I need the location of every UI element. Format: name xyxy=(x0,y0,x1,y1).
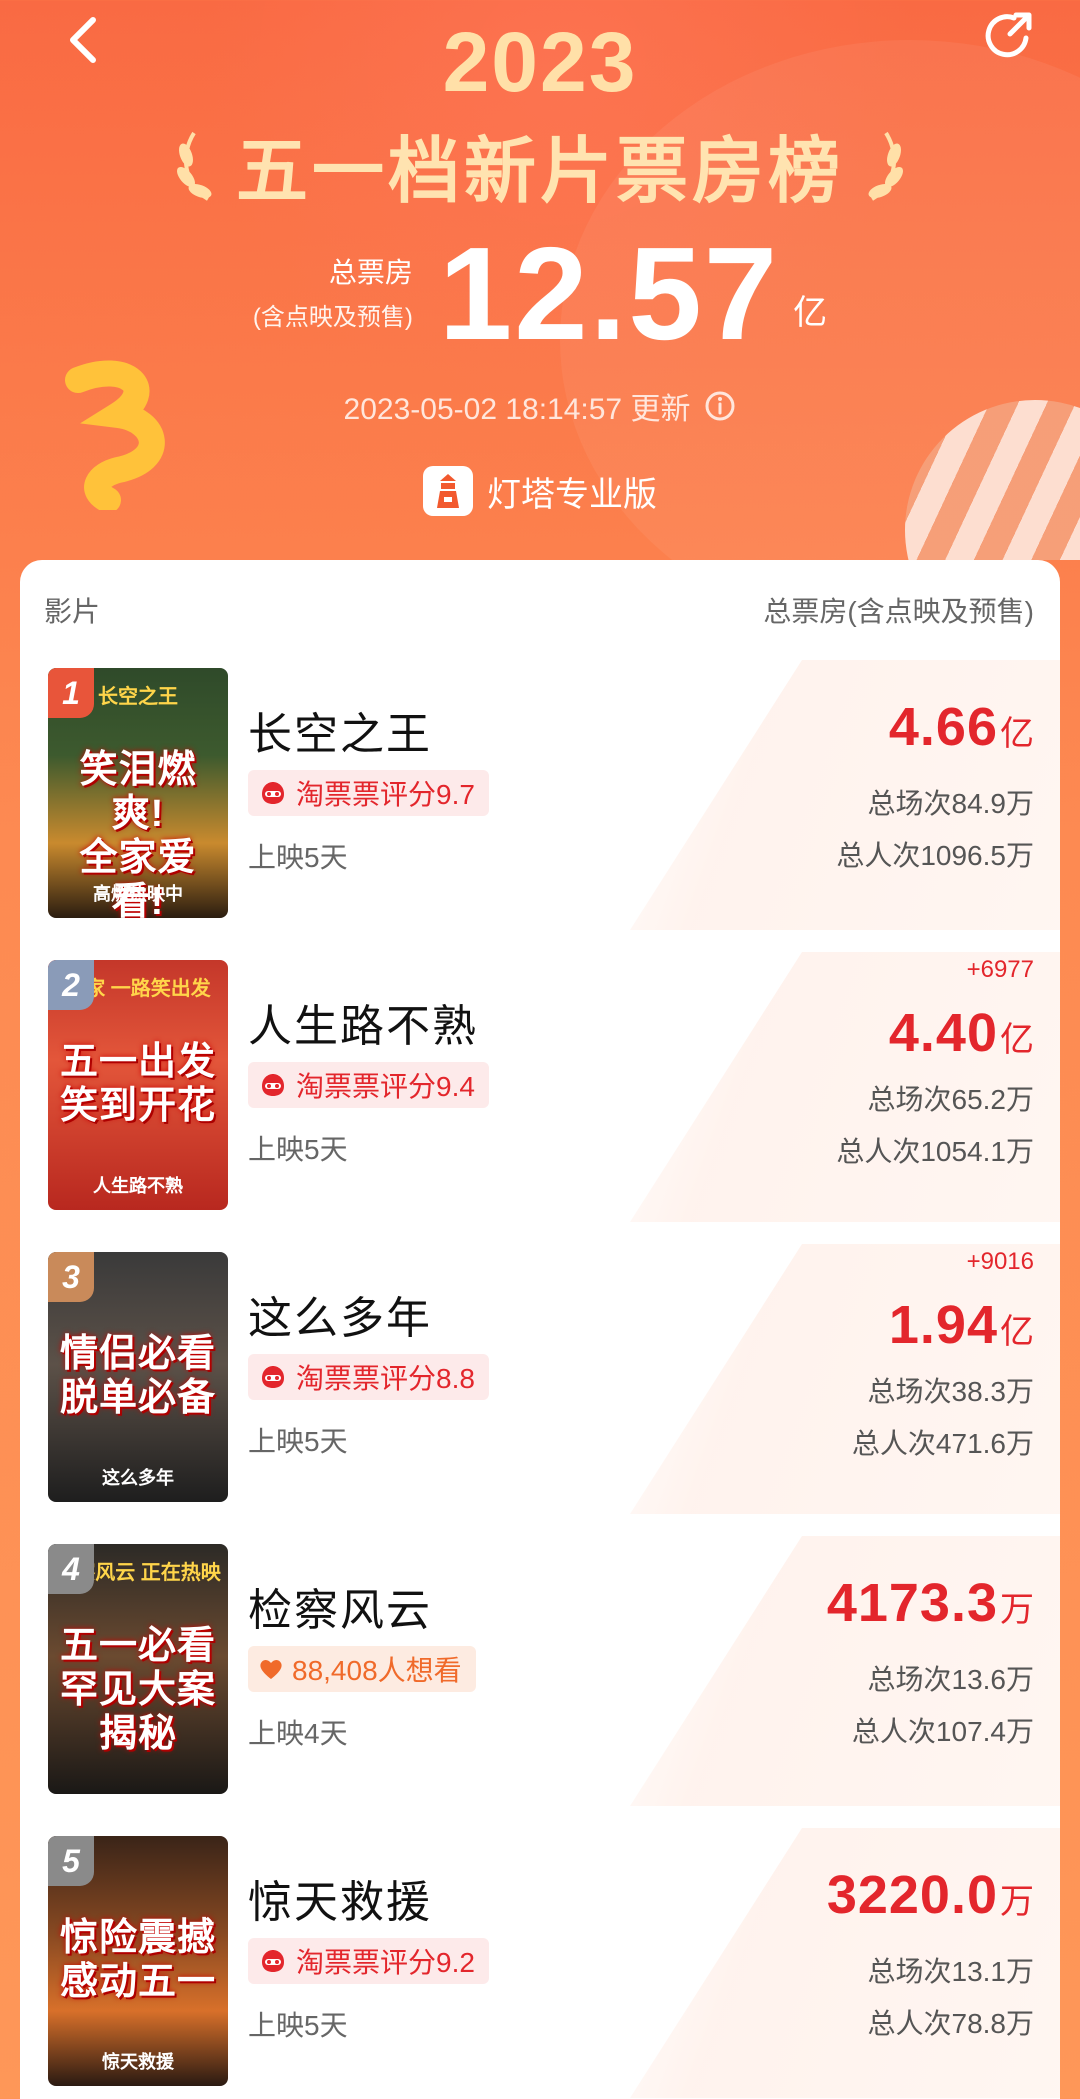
poster-caption: 高燃热映中 xyxy=(93,884,183,904)
movie-row[interactable]: 惊险震撼 感动五一 惊天救援 5 惊天救援 淘票票评分9.2 上映5天 3220… xyxy=(20,1828,1060,2099)
box-office-list: 影片 总票房(含点映及预售) 长空之王 笑泪燃爽! 全家爱看! 高燃热映中 1 … xyxy=(20,560,1060,2099)
lighthouse-logo-icon xyxy=(423,466,473,516)
total-admissions: 总人次471.6万 xyxy=(851,1428,1034,1459)
total-shows: 总场次84.9万 xyxy=(867,788,1035,819)
gross-number: 4.66 xyxy=(888,697,998,757)
rank-badge: 3 xyxy=(48,1252,94,1302)
total-shows: 总场次13.6万 xyxy=(867,1664,1035,1695)
total-admissions: 总人次1096.5万 xyxy=(836,840,1034,871)
rating-badge: 淘票票评分9.2 xyxy=(248,1938,489,1984)
realtime-delta: +6977 xyxy=(966,956,1034,983)
gross-value: 3220.0 万 xyxy=(827,1864,1034,1926)
movie-poster[interactable]: 检察风云 正在热映 五一必看 罕见大案揭秘 4 xyxy=(48,1544,228,1794)
movie-title[interactable]: 检察风云 xyxy=(248,1574,432,1638)
gross-unit: 亿 xyxy=(1000,1313,1034,1351)
column-film: 影片 xyxy=(44,596,101,627)
list-header: 影片 总票房(含点映及预售) xyxy=(20,560,1060,660)
total-value: 12.57 xyxy=(438,220,780,367)
brand-row: 灯塔专业版 xyxy=(0,466,1080,516)
total-shows: 总场次38.3万 xyxy=(867,1376,1035,1407)
movie-poster[interactable]: 长空之王 笑泪燃爽! 全家爱看! 高燃热映中 1 xyxy=(48,668,228,918)
taopiaopiao-icon xyxy=(262,782,284,804)
movie-title[interactable]: 这么多年 xyxy=(248,1282,432,1346)
taopiaopiao-icon xyxy=(262,1366,284,1388)
laurel-right-icon xyxy=(868,131,903,201)
days-in-release: 上映5天 xyxy=(248,2010,348,2041)
movie-poster[interactable]: 一家 一路笑出发 五一出发 笑到开花 人生路不熟 2 xyxy=(48,960,228,1210)
gross-unit: 万 xyxy=(1000,1883,1034,1921)
info-icon[interactable] xyxy=(704,390,736,422)
gross-unit: 亿 xyxy=(1000,1021,1034,1059)
gross-unit: 亿 xyxy=(1000,715,1034,753)
title-row: 五一档新片票房榜 xyxy=(0,112,1080,217)
gross-number: 3220.0 xyxy=(826,1865,998,1925)
total-box-office: 总票房 (含点映及预售) 12.57 亿 xyxy=(0,228,1080,360)
rating-badge: 淘票票评分9.7 xyxy=(248,770,489,816)
movie-poster[interactable]: 惊险震撼 感动五一 惊天救援 5 xyxy=(48,1836,228,2086)
taopiaopiao-icon xyxy=(262,1950,284,1972)
total-shows: 总场次13.1万 xyxy=(867,1956,1035,1987)
movie-row[interactable]: 检察风云 正在热映 五一必看 罕见大案揭秘 4 检察风云 88,408人想看 上… xyxy=(20,1536,1060,1828)
poster-slogan: 惊险震撼 感动五一 xyxy=(59,1917,216,2003)
page-title: 五一档新片票房榜 xyxy=(235,132,844,212)
total-shows: 总场次65.2万 xyxy=(867,1084,1035,1115)
total-unit: 亿 xyxy=(793,294,828,332)
movie-title[interactable]: 长空之王 xyxy=(248,698,432,762)
want-to-see-badge: 88,408人想看 xyxy=(248,1646,476,1692)
brand-name: 灯塔专业版 xyxy=(487,475,657,514)
movie-title[interactable]: 惊天救援 xyxy=(248,1866,432,1930)
movie-row[interactable]: 情侣必看 脱单必备 这么多年 3 这么多年 淘票票评分8.8 上映5天 +901… xyxy=(20,1244,1060,1536)
badge-text: 淘票票评分9.2 xyxy=(296,1947,475,1978)
gross-number: 4173.3 xyxy=(826,1573,998,1633)
gross-number: 1.94 xyxy=(888,1295,998,1355)
gross-value: 4.40 亿 xyxy=(889,1002,1034,1064)
badge-text: 淘票票评分9.4 xyxy=(296,1071,475,1102)
movie-title[interactable]: 人生路不熟 xyxy=(248,990,478,1054)
gross-number: 4.40 xyxy=(888,1003,998,1063)
gross-value: 4.66 亿 xyxy=(889,696,1034,758)
rank-badge: 1 xyxy=(48,668,94,718)
rank-badge: 4 xyxy=(48,1544,94,1594)
movie-row[interactable]: 一家 一路笑出发 五一出发 笑到开花 人生路不熟 2 人生路不熟 淘票票评分9.… xyxy=(20,952,1060,1244)
taopiaopiao-icon xyxy=(262,1074,284,1096)
days-in-release: 上映5天 xyxy=(248,1426,348,1457)
movie-row[interactable]: 长空之王 笑泪燃爽! 全家爱看! 高燃热映中 1 长空之王 淘票票评分9.7 上… xyxy=(20,660,1060,952)
rank-badge: 5 xyxy=(48,1836,94,1886)
update-time-row[interactable]: 2023-05-02 18:14:57 更新 xyxy=(0,384,1080,428)
gross-unit: 万 xyxy=(1000,1591,1034,1629)
poster-caption: 人生路不熟 xyxy=(93,1176,183,1196)
poster-slogan: 情侣必看 脱单必备 xyxy=(59,1333,216,1419)
total-sublabel: (含点映及预售) xyxy=(252,304,413,331)
days-in-release: 上映5天 xyxy=(248,1134,348,1165)
movie-poster[interactable]: 情侣必看 脱单必备 这么多年 3 xyxy=(48,1252,228,1502)
gross-value: 1.94 亿 xyxy=(889,1294,1034,1356)
year-label: 2023 xyxy=(442,15,638,109)
laurel-left-icon xyxy=(177,131,212,201)
rank-badge: 2 xyxy=(48,960,94,1010)
rating-badge: 淘票票评分8.8 xyxy=(248,1354,489,1400)
badge-text: 淘票票评分8.8 xyxy=(296,1363,475,1394)
header-banner: 2023 五一档新片票房榜 总票房 (含点映及预售) 12.57 亿 2023-… xyxy=(0,0,1080,560)
days-in-release: 上映4天 xyxy=(248,1718,348,1749)
column-gross: 总票房(含点映及预售) xyxy=(763,596,1034,627)
poster-caption: 惊天救援 xyxy=(102,2052,174,2072)
update-time: 2023-05-02 18:14:57 更新 xyxy=(343,393,691,426)
poster-slogan: 五一必看 罕见大案揭秘 xyxy=(59,1625,216,1755)
gross-value: 4173.3 万 xyxy=(827,1572,1034,1634)
poster-slogan: 五一出发 笑到开花 xyxy=(59,1041,216,1127)
heart-icon xyxy=(260,1660,282,1679)
days-in-release: 上映5天 xyxy=(248,842,348,873)
total-admissions: 总人次107.4万 xyxy=(851,1716,1034,1747)
total-admissions: 总人次1054.1万 xyxy=(836,1136,1034,1167)
total-label: 总票房 xyxy=(328,257,413,288)
badge-text: 88,408人想看 xyxy=(292,1655,462,1686)
realtime-delta: +9016 xyxy=(966,1248,1034,1275)
badge-text: 淘票票评分9.7 xyxy=(296,779,475,810)
total-admissions: 总人次78.8万 xyxy=(867,2008,1035,2039)
rating-badge: 淘票票评分9.4 xyxy=(248,1062,489,1108)
poster-caption: 这么多年 xyxy=(102,1468,174,1488)
